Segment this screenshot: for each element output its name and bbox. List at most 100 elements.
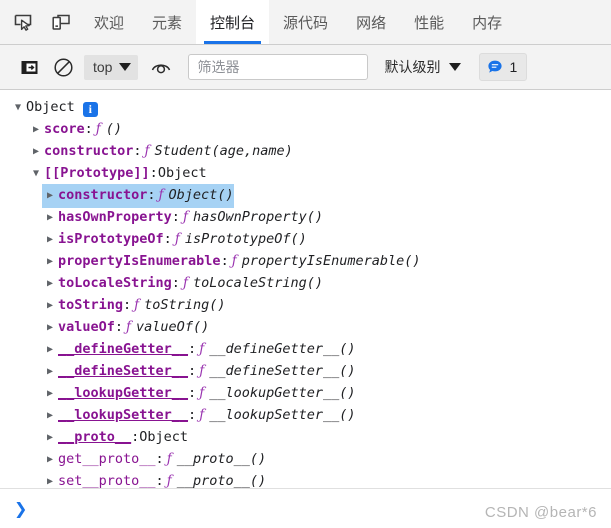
expand-arrow-closed-icon[interactable]: ▶ (42, 295, 58, 317)
console-prompt[interactable]: ❯ CSDN @bear*6 (0, 488, 611, 528)
tree-row[interactable]: ▶ constructor: ƒ Student(age,name) (10, 140, 611, 162)
colon: : (155, 451, 164, 467)
tree-row-content: ▶ get __proto__: ƒ __proto__() (42, 448, 266, 472)
filter-input[interactable] (188, 54, 369, 80)
tab-welcome[interactable]: 欢迎 (80, 0, 138, 44)
expand-arrow-closed-icon[interactable]: ▶ (42, 339, 58, 361)
tab-sources[interactable]: 源代码 (269, 0, 342, 44)
watermark: CSDN @bear*6 (484, 504, 597, 521)
tree-row[interactable]: ▶ toString: ƒ toString() (10, 294, 611, 316)
expand-arrow-closed-icon[interactable]: ▶ (42, 383, 58, 405)
colon: : (188, 363, 197, 379)
context-selector[interactable]: top (84, 54, 139, 80)
property-key: __lookupSetter__ (58, 407, 189, 423)
tab-label: 欢迎 (94, 14, 125, 32)
property-key: isPrototypeOf (58, 231, 164, 247)
tree-row-content: ▶ constructor: ƒ Student(age,name) (28, 140, 293, 164)
property-key: score (44, 121, 85, 137)
expand-arrow-closed-icon[interactable]: ▶ (28, 119, 44, 141)
expand-arrow-closed-icon[interactable]: ▶ (42, 185, 58, 207)
expand-arrow-closed-icon[interactable]: ▶ (28, 141, 44, 163)
tree-row[interactable]: ▶ __proto__: Object (10, 426, 611, 448)
tree-row[interactable]: ▶ valueOf: ƒ valueOf() (10, 316, 611, 338)
tree-row[interactable]: ▶ set __proto__: ƒ __proto__() (10, 470, 611, 488)
device-toolbar-glyph (52, 14, 70, 30)
console-sidebar-icon[interactable] (12, 50, 46, 84)
function-marker-icon: ƒ (174, 231, 180, 247)
property-value: propertyIsEnumerable() (241, 253, 421, 269)
colon: : (149, 165, 158, 181)
property-value: () (105, 121, 123, 137)
function-marker-icon: ƒ (199, 385, 205, 401)
colon: : (188, 341, 197, 357)
tab-label: 网络 (356, 14, 387, 32)
expand-arrow-closed-icon[interactable]: ▶ (42, 427, 58, 449)
tree-row[interactable]: ▶ toLocaleString: ƒ toLocaleString() (10, 272, 611, 294)
function-marker-icon: ƒ (231, 253, 237, 269)
tab-console[interactable]: 控制台 (196, 0, 270, 44)
log-level-selector[interactable]: 默认级别 (380, 57, 465, 77)
tree-row-content: ▶ hasOwnProperty: ƒ hasOwnProperty() (42, 206, 323, 230)
expand-arrow-closed-icon[interactable]: ▶ (42, 251, 58, 273)
tab-performance[interactable]: 性能 (400, 0, 458, 44)
tree-row[interactable]: ▶ propertyIsEnumerable: ƒ propertyIsEnumera… (10, 250, 611, 272)
property-key: propertyIsEnumerable (58, 253, 221, 269)
expand-arrow-open-icon[interactable]: ▼ (10, 97, 26, 119)
chevron-down-icon (449, 63, 462, 71)
tree-row[interactable]: ▼ [[Prototype]]: Object (10, 162, 611, 184)
tree-row[interactable]: ▶ __defineSetter__: ƒ __defineSetter__() (10, 360, 611, 382)
tree-row-content: ▶ toString: ƒ toString() (42, 294, 225, 318)
property-value: __lookupGetter__() (209, 385, 356, 401)
property-key: [[Prototype]] (44, 165, 150, 181)
clear-console-icon[interactable] (46, 50, 80, 84)
property-key: toLocaleString (58, 275, 172, 291)
tree-row[interactable]: ▼ Object i (10, 96, 611, 118)
tree-row-content: ▼ [[Prototype]]: Object (28, 162, 207, 186)
property-key: __proto__ (58, 429, 132, 445)
property-value: __defineGetter__() (209, 341, 356, 357)
message-count-badge[interactable]: 1 (479, 53, 528, 81)
eye-icon[interactable] (144, 50, 178, 84)
tree-row[interactable]: ▶ __defineGetter__: ƒ __defineGetter__() (10, 338, 611, 360)
tree-row[interactable]: ▶ __lookupSetter__: ƒ __lookupSetter__() (10, 404, 611, 426)
tree-row[interactable]: ▶ score: ƒ() (10, 118, 611, 140)
expand-arrow-closed-icon[interactable]: ▶ (42, 317, 58, 339)
device-toolbar-icon[interactable] (42, 0, 80, 44)
property-key: valueOf (58, 319, 115, 335)
expand-arrow-closed-icon[interactable]: ▶ (42, 229, 58, 251)
function-marker-icon: ƒ (144, 143, 150, 159)
function-marker-icon: ƒ (158, 187, 164, 203)
expand-arrow-closed-icon[interactable]: ▶ (42, 361, 58, 383)
tree-row-content: ▼ Object i (10, 96, 98, 120)
colon: : (163, 231, 172, 247)
expand-arrow-closed-icon[interactable]: ▶ (42, 449, 58, 471)
property-value: __defineSetter__() (209, 363, 356, 379)
tree-row[interactable]: ▶ constructor: ƒ Object() (10, 184, 611, 208)
expand-arrow-closed-icon[interactable]: ▶ (42, 273, 58, 295)
info-icon[interactable]: i (82, 101, 98, 117)
property-value: __lookupSetter__() (209, 407, 356, 423)
tab-label: 内存 (472, 14, 503, 32)
function-marker-icon: ƒ (166, 451, 172, 467)
tree-row[interactable]: ▶ isPrototypeOf: ƒ isPrototypeOf() (10, 228, 611, 250)
tree-row[interactable]: ▶ __lookupGetter__: ƒ __lookupGetter__() (10, 382, 611, 404)
expand-arrow-open-icon[interactable]: ▼ (28, 163, 44, 185)
chevron-down-icon (119, 63, 132, 71)
property-key: __defineGetter__ (58, 341, 189, 357)
function-marker-icon: ƒ (126, 319, 132, 335)
inspect-element-icon[interactable] (4, 0, 42, 44)
tab-elements[interactable]: 元素 (138, 0, 196, 44)
colon: : (220, 253, 229, 269)
inspect-element-glyph (14, 14, 32, 31)
tab-memory[interactable]: 内存 (458, 0, 516, 44)
tab-label: 性能 (414, 14, 445, 32)
tree-row[interactable]: ▶ get __proto__: ƒ __proto__() (10, 448, 611, 470)
expand-arrow-closed-icon[interactable]: ▶ (42, 471, 58, 488)
colon: : (123, 297, 132, 313)
tab-network[interactable]: 网络 (342, 0, 400, 44)
tree-row-content: ▶ valueOf: ƒ valueOf() (42, 316, 209, 340)
tree-row[interactable]: ▶ hasOwnProperty: ƒ hasOwnProperty() (10, 206, 611, 228)
expand-arrow-closed-icon[interactable]: ▶ (42, 405, 58, 427)
tree-row-content: ▶ score: ƒ() (28, 118, 122, 142)
expand-arrow-closed-icon[interactable]: ▶ (42, 207, 58, 229)
